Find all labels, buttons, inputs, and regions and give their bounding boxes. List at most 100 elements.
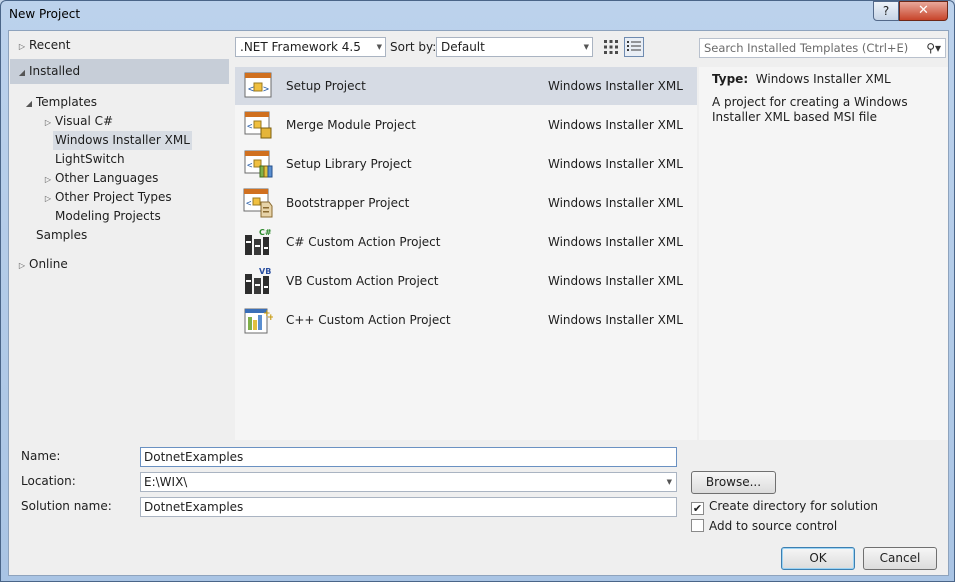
tree-item-label: Online [29, 257, 68, 271]
svg-text:VB: VB [259, 267, 271, 276]
cancel-label: Cancel [879, 551, 921, 565]
source-control-checkbox[interactable]: Add to source control [691, 517, 837, 535]
details-type-label: Type: [712, 72, 749, 86]
collapse-arrow-icon[interactable]: ◢ [22, 94, 36, 113]
name-input[interactable]: DotnetExamples [140, 447, 677, 467]
details-type: Type: Windows Installer XML [712, 72, 891, 86]
tree-item-label: Other Project Types [55, 190, 172, 204]
cancel-button[interactable]: Cancel [863, 547, 937, 570]
tree-item-label: Installed [29, 64, 81, 78]
tree-item-label: LightSwitch [55, 152, 125, 166]
svg-text:>: > [263, 84, 269, 95]
list-view-icon [627, 41, 641, 51]
chevron-down-icon[interactable]: ▼ [667, 473, 672, 491]
tree-item-recent[interactable]: ▷ Recent [15, 36, 71, 56]
tree-item-samples[interactable]: Samples [36, 226, 87, 245]
bootstrapper-icon: < [243, 188, 273, 218]
collapse-arrow-icon[interactable]: ◢ [15, 63, 29, 82]
svg-text:<: < [247, 161, 253, 171]
tree-item-templates[interactable]: ◢ Templates [22, 93, 97, 112]
template-item-bootstrapper[interactable]: < Bootstrapper Project Windows Installer… [235, 184, 697, 222]
template-tree: ▷ Recent ◢ Installed ◢ Templates ▷ Visual C#… [9, 31, 230, 440]
details-view-button[interactable] [624, 37, 644, 57]
template-name: Setup Library Project [286, 157, 412, 171]
template-category: Windows Installer XML [548, 274, 683, 288]
setup-project-icon: < > [244, 72, 272, 98]
tree-item-label: Templates [36, 95, 98, 109]
title-bar[interactable]: New Project ? ✕ [1, 1, 954, 29]
template-category: Windows Installer XML [548, 313, 683, 327]
checkbox-empty-icon[interactable] [691, 519, 704, 532]
checkmark-icon[interactable]: ✔ [691, 502, 704, 515]
tree-item-visual-csharp[interactable]: ▷ Visual C# [41, 112, 113, 131]
template-item-vb-custom-action[interactable]: VB VB Custom Action Project Windows Inst… [235, 262, 697, 300]
sort-value: Default [441, 40, 485, 54]
template-item-csharp-custom-action[interactable]: C# C# Custom Action Project Windows Inst… [235, 223, 697, 261]
solution-name-input[interactable]: DotnetExamples [140, 497, 677, 517]
name-value: DotnetExamples [144, 450, 244, 464]
framework-dropdown[interactable]: .NET Framework 4.5 ▼ [235, 37, 386, 57]
template-category: Windows Installer XML [548, 157, 683, 171]
svg-text:<: < [248, 84, 254, 95]
sort-by-label: Sort by: [390, 40, 437, 54]
cpp-action-icon: + + [244, 308, 273, 334]
create-directory-label: Create directory for solution [709, 499, 879, 513]
tree-item-wix[interactable]: Windows Installer XML [53, 131, 192, 150]
location-value: E:\WIX\ [144, 475, 188, 489]
template-item-setup-library[interactable]: < Setup Library Project Windows Installe… [235, 145, 697, 183]
search-input[interactable]: Search Installed Templates (Ctrl+E) ⚲▾ [699, 38, 946, 58]
template-item-cpp-custom-action[interactable]: + + C++ Custom Action Project Windows In… [235, 301, 697, 339]
template-toolbar: .NET Framework 4.5 ▼ Sort by: Default ▼ [235, 36, 697, 62]
template-name: Merge Module Project [286, 118, 416, 132]
close-icon: ✕ [918, 3, 929, 18]
chevron-down-icon: ▼ [583, 43, 589, 51]
window-title: New Project [9, 7, 81, 21]
dialog-client: ▷ Recent ◢ Installed ◢ Templates ▷ Visual C#… [8, 30, 949, 576]
tree-item-installed-label[interactable]: ◢ Installed [15, 62, 80, 81]
chevron-down-icon: ▼ [376, 43, 382, 51]
template-category: Windows Installer XML [548, 79, 683, 93]
tree-item-online[interactable]: ▷ Online [15, 255, 68, 274]
template-name: Bootstrapper Project [286, 196, 410, 210]
tree-item-other-languages[interactable]: ▷ Other Languages [41, 169, 158, 188]
name-label: Name: [21, 449, 61, 463]
tree-item-modeling-projects[interactable]: Modeling Projects [55, 207, 161, 226]
expand-arrow-icon[interactable]: ▷ [41, 189, 55, 208]
svg-text:<: < [247, 122, 253, 132]
details-description: A project for creating a Windows Install… [712, 95, 908, 124]
browse-label: Browse... [705, 475, 762, 489]
tree-item-label: Visual C# [55, 114, 114, 128]
create-directory-checkbox[interactable]: ✔ Create directory for solution [691, 497, 878, 515]
expand-arrow-icon[interactable]: ▷ [41, 170, 55, 189]
search-placeholder: Search Installed Templates (Ctrl+E) [704, 41, 909, 55]
browse-button[interactable]: Browse... [691, 471, 776, 494]
close-button[interactable]: ✕ [899, 1, 948, 21]
solution-name-value: DotnetExamples [144, 500, 244, 514]
svg-text:C#: C# [259, 228, 272, 237]
expand-arrow-icon[interactable]: ▷ [15, 256, 29, 275]
location-input[interactable]: E:\WIX\ ▼ [140, 472, 677, 492]
template-item-setup-project[interactable]: < > Setup Project Windows Installer XML [235, 67, 697, 105]
expand-arrow-icon[interactable]: ▷ [15, 37, 29, 56]
tree-item-label: Recent [29, 38, 71, 52]
tree-item-other-project-types[interactable]: ▷ Other Project Types [41, 188, 172, 207]
expand-arrow-icon[interactable]: ▷ [41, 113, 55, 132]
template-item-merge-module[interactable]: < Merge Module Project Windows Installer… [235, 106, 697, 144]
ok-label: OK [809, 551, 827, 565]
grid-view-icon [604, 40, 618, 54]
solution-name-label: Solution name: [21, 499, 112, 513]
template-details: Type: Windows Installer XML A project fo… [699, 67, 948, 440]
svg-text:+: + [267, 313, 273, 323]
template-category: Windows Installer XML [548, 118, 683, 132]
search-icon[interactable]: ⚲▾ [926, 39, 941, 57]
template-name: C++ Custom Action Project [286, 313, 451, 327]
ok-button[interactable]: OK [781, 547, 855, 570]
help-button[interactable]: ? [873, 1, 899, 21]
template-name: C# Custom Action Project [286, 235, 441, 249]
help-icon: ? [882, 4, 890, 18]
small-icons-view-button[interactable] [601, 37, 621, 57]
framework-value: .NET Framework 4.5 [240, 40, 361, 54]
sort-dropdown[interactable]: Default ▼ [436, 37, 593, 57]
tree-item-lightswitch[interactable]: LightSwitch [55, 150, 125, 169]
merge-module-icon: < [244, 111, 272, 139]
